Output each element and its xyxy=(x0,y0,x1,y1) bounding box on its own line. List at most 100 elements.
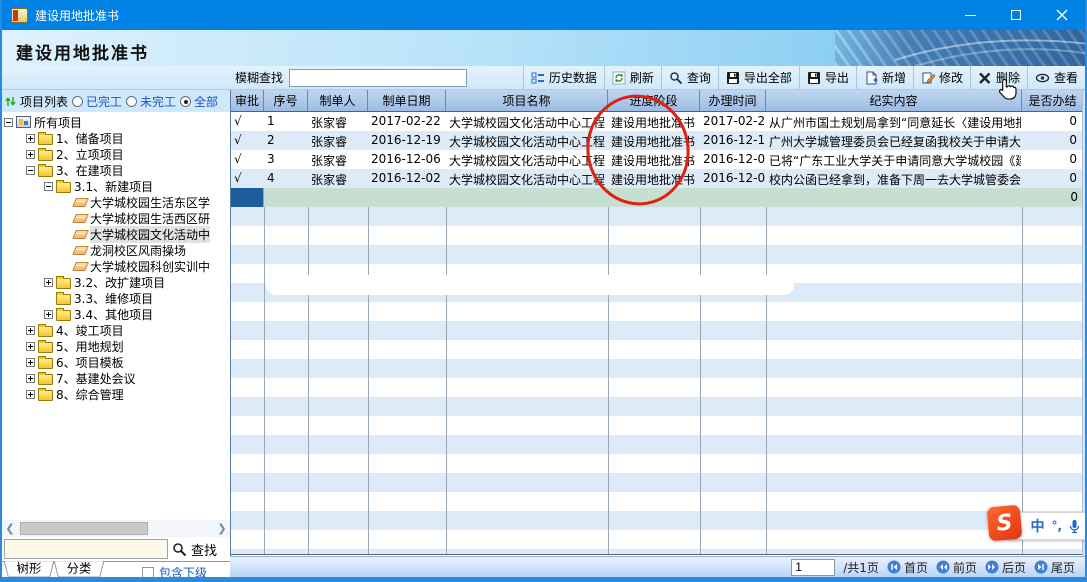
tree-horizontal-scrollbar[interactable]: ❮ ❯ xyxy=(2,520,230,537)
tree-item-label[interactable]: 大学城校园生活西区研 xyxy=(90,210,210,227)
tree-item-label[interactable]: 大学城校园科创实训中 xyxy=(90,258,210,275)
expand-icon[interactable] xyxy=(26,134,35,143)
fuzzy-search-input[interactable] xyxy=(289,69,467,87)
tree-item-label[interactable]: 大学城校园文化活动中 xyxy=(90,226,210,243)
column-header[interactable]: 项目名称 xyxy=(446,90,608,111)
tree-item-label[interactable]: 所有项目 xyxy=(34,114,82,131)
close-button[interactable] xyxy=(1039,0,1085,30)
export-all-button[interactable]: 导出全部 xyxy=(718,66,799,89)
selected-cell[interactable] xyxy=(231,188,264,207)
add-button[interactable]: 新增 xyxy=(856,66,913,89)
table-row[interactable]: √2张家睿2016-12-19大学城校园文化活动中心工程建设用地批准书2016-… xyxy=(231,131,1083,150)
history-data-button[interactable]: 历史数据 xyxy=(523,66,604,89)
ime-punctuation-toggle[interactable]: °, xyxy=(1051,519,1062,533)
delete-button[interactable]: 删除 xyxy=(970,66,1027,89)
tree-item-label[interactable]: 6、项目模板 xyxy=(56,354,124,371)
tree-item-label[interactable]: 7、基建处会议 xyxy=(56,370,136,387)
expand-icon[interactable] xyxy=(26,358,35,367)
tree-item-root[interactable]: 所有项目 xyxy=(2,114,230,130)
tree-item[interactable]: 6、项目模板 xyxy=(2,354,230,370)
expand-icon[interactable] xyxy=(26,342,35,351)
tree-item-selected[interactable]: 大学城校园文化活动中 xyxy=(2,226,230,242)
tree-item-label[interactable]: 3.3、维修项目 xyxy=(74,290,153,307)
expand-icon[interactable] xyxy=(44,310,53,319)
collapse-icon[interactable] xyxy=(26,166,35,175)
expand-icon[interactable] xyxy=(26,326,35,335)
radio-completed[interactable]: 已完工 xyxy=(72,93,122,110)
tree-item[interactable]: 8、综合管理 xyxy=(2,386,230,402)
table-row[interactable]: √4张家睿2016-12-02大学城校园文化活动中心工程建设用地批准书2016-… xyxy=(231,169,1083,188)
tree-item[interactable]: 2、立项项目 xyxy=(2,146,230,162)
tree-item-label[interactable]: 2、立项项目 xyxy=(56,146,124,163)
minimize-button[interactable] xyxy=(947,0,993,30)
tree-item-label[interactable]: 大学城校园生活东区学 xyxy=(90,194,210,211)
page-number-input[interactable] xyxy=(791,559,835,576)
column-header[interactable]: 纪实内容 xyxy=(766,90,1022,111)
tree-item-label[interactable]: 4、竣工项目 xyxy=(56,322,124,339)
tree-item[interactable]: 4、竣工项目 xyxy=(2,322,230,338)
tree-item[interactable]: 3.3、维修项目 xyxy=(2,290,230,306)
first-page-button[interactable]: 首页 xyxy=(887,559,928,576)
collapse-icon[interactable] xyxy=(44,182,53,191)
tree-item-label[interactable]: 龙洞校区风雨操场 xyxy=(90,242,186,259)
selected-empty-row[interactable]: 0 xyxy=(231,188,1083,207)
expand-icon[interactable] xyxy=(44,278,53,287)
tree-item[interactable]: 3.2、改扩建项目 xyxy=(2,274,230,290)
tree-item[interactable]: 大学城校园生活东区学 xyxy=(2,194,230,210)
table-row[interactable]: √1张家睿2017-02-22大学城校园文化活动中心工程建设用地批准书2017-… xyxy=(231,112,1083,131)
tree-item[interactable]: 5、用地规划 xyxy=(2,338,230,354)
ime-language-toggle[interactable]: 中 xyxy=(1030,516,1044,536)
tree-item[interactable]: 大学城校园生活西区研 xyxy=(2,210,230,226)
view-button[interactable]: 查看 xyxy=(1027,66,1085,89)
microphone-icon[interactable] xyxy=(1069,519,1080,534)
modify-button[interactable]: 修改 xyxy=(913,66,970,89)
radio-uncompleted[interactable]: 未完工 xyxy=(126,93,176,110)
prev-page-button[interactable]: 前页 xyxy=(936,559,977,576)
last-page-button[interactable]: 尾页 xyxy=(1034,559,1075,576)
column-header[interactable]: 审批 xyxy=(231,90,264,111)
table-vertical-scrollbar[interactable] xyxy=(1082,90,1087,556)
sidebar: 项目列表 已完工 未完工 全部 所有项目 1、储备项目 2、立项项目 3、在建项… xyxy=(2,90,230,582)
tree-item-label[interactable]: 8、综合管理 xyxy=(56,386,124,403)
expand-icon[interactable] xyxy=(26,150,35,159)
expand-icon[interactable] xyxy=(26,390,35,399)
query-button[interactable]: 查询 xyxy=(661,66,718,89)
tree-item-label[interactable]: 5、用地规划 xyxy=(56,338,124,355)
column-header[interactable]: 序号 xyxy=(264,90,308,111)
export-button[interactable]: 导出 xyxy=(799,66,856,89)
column-header[interactable]: 制单人 xyxy=(308,90,368,111)
scroll-right-icon[interactable]: ❯ xyxy=(214,520,230,537)
scrollbar-thumb[interactable] xyxy=(20,522,148,535)
column-header[interactable]: 制单日期 xyxy=(368,90,446,111)
column-header[interactable]: 进度阶段 xyxy=(608,90,700,111)
tree-item[interactable]: 大学城校园科创实训中 xyxy=(2,258,230,274)
tree-item-label[interactable]: 3.1、新建项目 xyxy=(74,178,153,195)
sync-arrows-icon[interactable] xyxy=(5,95,16,108)
tab-category[interactable]: 分类 xyxy=(54,561,105,577)
column-header[interactable]: 办理时间 xyxy=(700,90,766,111)
next-page-button[interactable]: 后页 xyxy=(985,559,1026,576)
tree-item[interactable]: 7、基建处会议 xyxy=(2,370,230,386)
tree-item[interactable]: 3、在建项目 xyxy=(2,162,230,178)
refresh-button[interactable]: 刷新 xyxy=(604,66,661,89)
tree-find-input[interactable] xyxy=(4,539,168,559)
tree-item-label[interactable]: 1、储备项目 xyxy=(56,130,124,147)
tree-item-label[interactable]: 3、在建项目 xyxy=(56,162,124,179)
scroll-left-icon[interactable]: ❮ xyxy=(2,520,18,537)
tree-item-label[interactable]: 3.2、改扩建项目 xyxy=(74,274,165,291)
tree-item[interactable]: 1、储备项目 xyxy=(2,130,230,146)
tree-item[interactable]: 龙洞校区风雨操场 xyxy=(2,242,230,258)
tab-tree[interactable]: 树形 xyxy=(4,561,55,577)
column-header[interactable]: 是否办结 xyxy=(1022,90,1083,111)
collapse-icon[interactable] xyxy=(4,118,13,127)
table-row[interactable]: √3张家睿2016-12-06大学城校园文化活动中心工程建设用地批准书2016-… xyxy=(231,150,1083,169)
radio-all[interactable]: 全部 xyxy=(180,93,218,110)
sogou-logo[interactable]: S xyxy=(987,505,1023,542)
tree-item[interactable]: 3.1、新建项目 xyxy=(2,178,230,194)
tree-item[interactable]: 3.4、其他项目 xyxy=(2,306,230,322)
maximize-button[interactable] xyxy=(993,0,1039,30)
expand-icon[interactable] xyxy=(26,374,35,383)
find-icon[interactable] xyxy=(172,542,187,557)
tree-item-label[interactable]: 3.4、其他项目 xyxy=(74,306,153,323)
find-label[interactable]: 查找 xyxy=(191,540,217,559)
